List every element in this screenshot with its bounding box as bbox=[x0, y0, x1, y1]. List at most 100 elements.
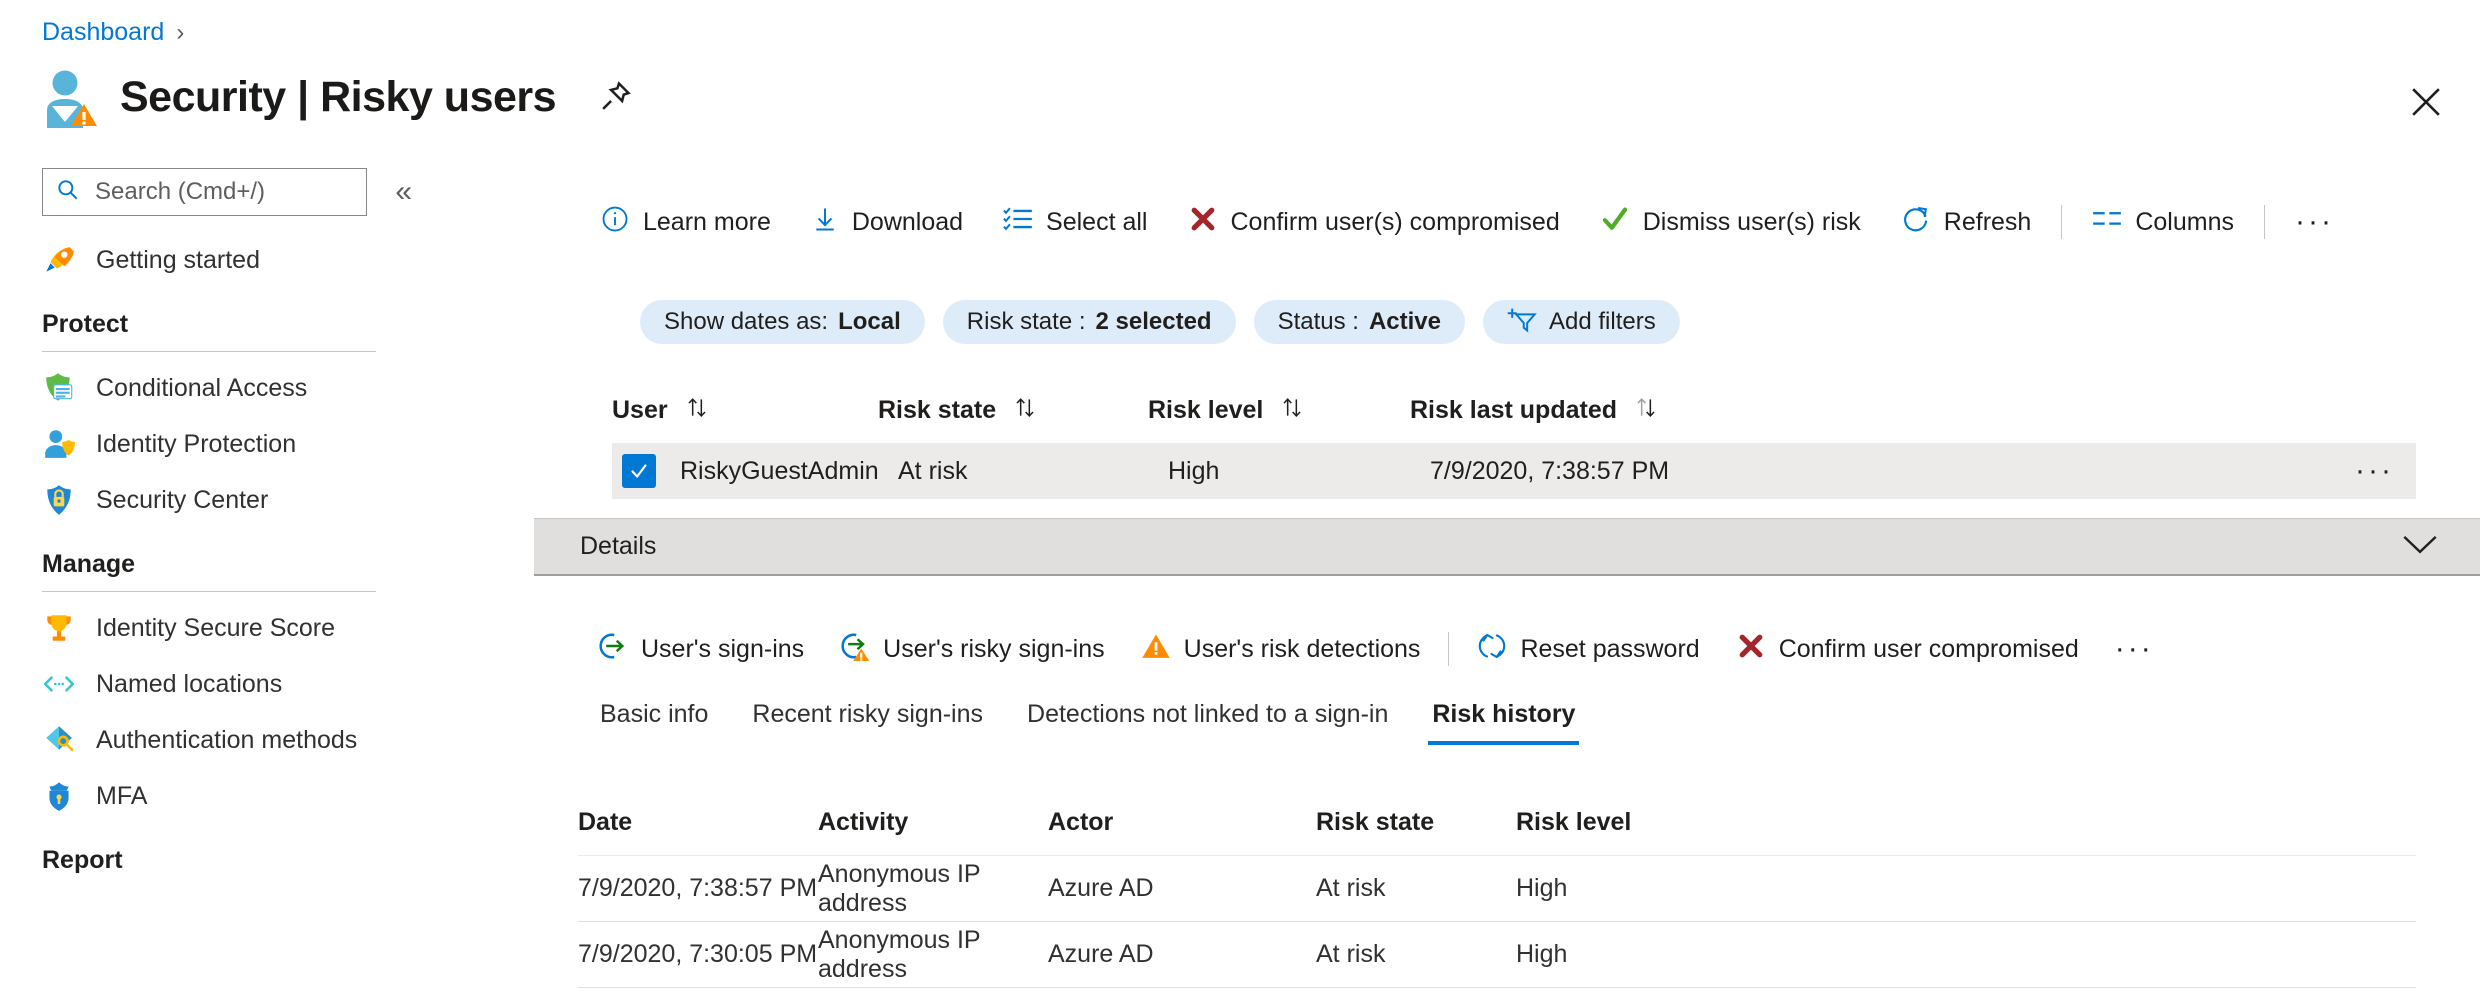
more-commands-button[interactable]: ··· bbox=[2275, 196, 2354, 248]
filter-label: Show dates as: bbox=[664, 308, 829, 335]
sidebar-item-mfa[interactable]: MFA bbox=[0, 768, 420, 824]
sidebar-group-title: Protect bbox=[42, 310, 129, 338]
cell-risk-state: At risk bbox=[1316, 940, 1386, 968]
cell-date: 7/9/2020, 7:38:57 PM bbox=[578, 874, 818, 902]
columns-icon bbox=[2092, 206, 2122, 239]
column-label: User bbox=[612, 395, 668, 424]
sidebar-item-label: Conditional Access bbox=[96, 373, 308, 402]
refresh-button[interactable]: Refresh bbox=[1881, 196, 2052, 248]
column-header-date[interactable]: Date bbox=[578, 808, 818, 837]
row-checkbox[interactable] bbox=[622, 454, 656, 488]
close-icon[interactable] bbox=[2404, 80, 2448, 124]
tab-label: Recent risky sign-ins bbox=[752, 700, 984, 728]
pin-icon[interactable] bbox=[596, 78, 634, 116]
row-menu-icon[interactable]: ··· bbox=[2355, 454, 2394, 488]
sidebar-item-getting-started[interactable]: Getting started bbox=[0, 232, 420, 288]
sidebar-item-label: Identity Secure Score bbox=[96, 613, 336, 642]
sidebar-group-title: Manage bbox=[42, 550, 136, 578]
column-header-actor[interactable]: Actor bbox=[1048, 808, 1316, 837]
green-check-icon bbox=[1600, 204, 1630, 241]
search-box[interactable] bbox=[42, 168, 368, 216]
cell-actor: Azure AD bbox=[1048, 940, 1154, 968]
add-filters-button[interactable]: Add filters bbox=[1483, 300, 1680, 344]
table-row[interactable]: 7/9/2020, 7:38:57 PM Anonymous IP addres… bbox=[578, 856, 2416, 922]
tab-detections-not-linked[interactable]: Detections not linked to a sign-in bbox=[1005, 700, 1410, 745]
sidebar-item-label: Getting started bbox=[96, 245, 260, 274]
cell-risk-last-updated: 7/9/2020, 7:38:57 PM bbox=[1430, 456, 1670, 485]
security-center-icon bbox=[42, 483, 76, 517]
sort-icon[interactable] bbox=[1279, 394, 1305, 427]
filter-risk-state[interactable]: Risk state : 2 selected bbox=[942, 300, 1236, 344]
risky-user-icon bbox=[40, 66, 98, 128]
command-divider bbox=[1448, 632, 1450, 666]
column-header-risk-state[interactable]: Risk state bbox=[1316, 808, 1516, 837]
filter-value: Active bbox=[1368, 308, 1441, 335]
named-locations-icon bbox=[42, 667, 76, 701]
confirm-users-compromised-button[interactable]: Confirm user(s) compromised bbox=[1168, 196, 1580, 248]
filter-label: Risk state : bbox=[966, 308, 1086, 335]
sidebar-item-named-locations[interactable]: Named locations bbox=[0, 656, 420, 712]
tab-basic-info[interactable]: Basic info bbox=[578, 700, 730, 745]
page-header: Security | Risky users bbox=[40, 66, 634, 128]
confirm-user-compromised-button[interactable]: Confirm user compromised bbox=[1718, 623, 2097, 675]
details-panel-header[interactable]: Details bbox=[534, 518, 2480, 576]
filter-status[interactable]: Status : Active bbox=[1253, 300, 1465, 344]
sort-icon[interactable] bbox=[684, 394, 710, 427]
tab-recent-risky-signins[interactable]: Recent risky sign-ins bbox=[730, 700, 1005, 745]
learn-more-button[interactable]: Learn more bbox=[580, 196, 791, 248]
breadcrumb-item-dashboard[interactable]: Dashboard bbox=[42, 18, 164, 47]
column-header-risk-last-updated[interactable]: Risk last updated bbox=[1410, 394, 1710, 427]
cell-risk-state: At risk bbox=[1316, 874, 1386, 902]
sidebar-item-label: MFA bbox=[96, 781, 148, 810]
sidebar: « Getting started Protect bbox=[0, 168, 420, 875]
chevron-down-icon[interactable] bbox=[2400, 531, 2440, 562]
cell-risk-level: High bbox=[1516, 940, 1568, 968]
details-more-commands-button[interactable]: ··· bbox=[2097, 623, 2172, 675]
table-row[interactable]: 7/9/2020, 7:30:05 PM Anonymous IP addres… bbox=[578, 922, 2416, 988]
column-header-risk-state[interactable]: Risk state bbox=[878, 394, 1148, 427]
tab-label: Basic info bbox=[600, 700, 709, 728]
tab-risk-history[interactable]: Risk history bbox=[1410, 700, 1597, 745]
table-row[interactable]: RiskyGuestAdmin At risk High 7/9/2020, 7… bbox=[612, 443, 2416, 499]
column-header-user[interactable]: User bbox=[612, 394, 878, 427]
column-label: Risk level bbox=[1148, 395, 1264, 424]
reset-password-button[interactable]: Reset password bbox=[1459, 623, 1717, 675]
column-label: Risk last updated bbox=[1410, 395, 1617, 424]
refresh-icon bbox=[1901, 204, 1931, 241]
signin-icon bbox=[598, 631, 628, 668]
sidebar-item-identity-protection[interactable]: Identity Protection bbox=[0, 416, 420, 472]
dismiss-users-risk-button[interactable]: Dismiss user(s) risk bbox=[1580, 196, 1881, 248]
sidebar-item-label: Authentication methods bbox=[96, 725, 358, 754]
sidebar-item-security-center[interactable]: Security Center bbox=[0, 472, 420, 528]
column-header-activity[interactable]: Activity bbox=[818, 808, 1048, 837]
command-label: Reset password bbox=[1520, 634, 1700, 663]
columns-button[interactable]: Columns bbox=[2072, 196, 2254, 248]
column-header-risk-level[interactable]: Risk level bbox=[1148, 394, 1410, 427]
cell-user: RiskyGuestAdmin bbox=[680, 456, 879, 485]
filter-show-dates-as[interactable]: Show dates as: Local bbox=[640, 300, 925, 344]
users-risk-detections-button[interactable]: User's risk detections bbox=[1123, 623, 1439, 675]
breadcrumb-separator-icon: › bbox=[176, 18, 185, 46]
tab-label: Detections not linked to a sign-in bbox=[1027, 700, 1389, 728]
sidebar-item-authentication-methods[interactable]: Authentication methods bbox=[0, 712, 420, 768]
sidebar-item-conditional-access[interactable]: Conditional Access bbox=[0, 360, 420, 416]
collapse-sidebar-icon[interactable]: « bbox=[387, 173, 420, 211]
command-label: Refresh bbox=[1943, 207, 2032, 236]
cell-activity: Anonymous IP address bbox=[818, 925, 981, 983]
tab-label: Risk history bbox=[1432, 700, 1576, 728]
sort-icon[interactable] bbox=[1012, 394, 1038, 427]
column-header-risk-level[interactable]: Risk level bbox=[1516, 808, 1716, 837]
risk-history-table: Date Activity Actor Risk state Risk leve… bbox=[578, 790, 2416, 988]
command-bar: Learn more Download Select all Confirm u… bbox=[580, 196, 2354, 248]
download-button[interactable]: Download bbox=[791, 196, 983, 248]
sort-icon[interactable] bbox=[1633, 394, 1659, 427]
search-input[interactable] bbox=[93, 177, 355, 207]
add-filter-icon bbox=[1507, 305, 1537, 340]
users-risky-signins-button[interactable]: User's risky sign-ins bbox=[822, 623, 1122, 675]
warning-triangle-icon bbox=[1141, 631, 1171, 668]
select-all-button[interactable]: Select all bbox=[983, 196, 1167, 248]
filter-value: Local bbox=[838, 308, 901, 335]
sidebar-item-identity-secure-score[interactable]: Identity Secure Score bbox=[0, 600, 420, 656]
sidebar-group-title: Report bbox=[42, 846, 123, 874]
users-signins-button[interactable]: User's sign-ins bbox=[580, 623, 822, 675]
